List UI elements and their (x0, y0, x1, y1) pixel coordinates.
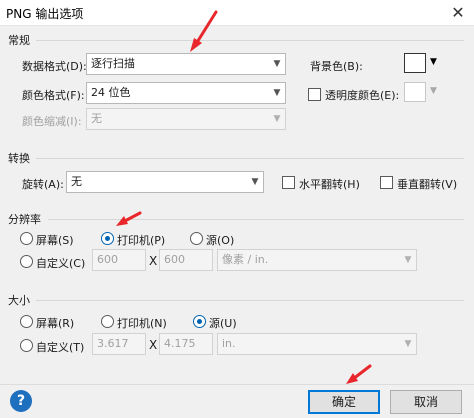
annotation-arrows (116, 10, 372, 384)
red-arrow-icon (346, 364, 372, 384)
red-arrow-icon (190, 10, 218, 52)
red-arrow-icon (116, 211, 142, 226)
